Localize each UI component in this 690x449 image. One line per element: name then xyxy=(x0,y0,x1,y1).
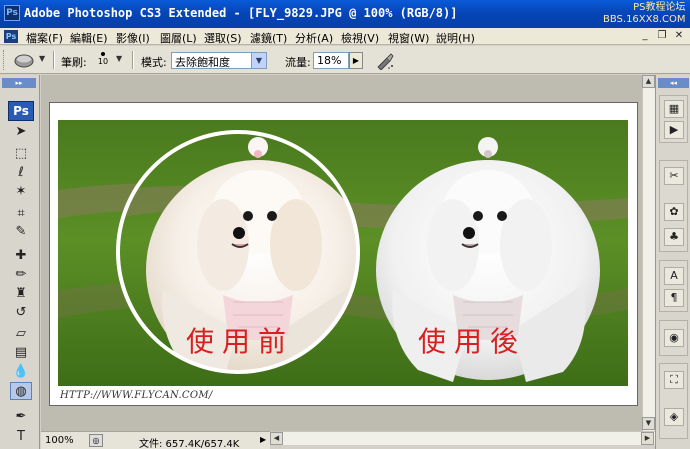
options-bar: ▼ 筆刷: 10 ▼ 模式: 去除飽和度 ▼ 流量: 18% ▶ xyxy=(0,46,690,74)
menu-select[interactable]: 選取(S) xyxy=(204,30,242,46)
move-tool-icon[interactable]: ➤ xyxy=(10,123,32,141)
photoshop-app-icon[interactable]: Ps xyxy=(4,5,20,21)
character-icon[interactable]: A xyxy=(664,267,684,285)
sponge-tool-icon[interactable]: ◍ xyxy=(10,382,32,400)
menu-filter[interactable]: 濾鏡(T) xyxy=(250,30,287,46)
brush-label: 筆刷: xyxy=(61,56,87,69)
flow-slider-arrow-icon[interactable]: ▶ xyxy=(349,52,363,69)
toolbox-header[interactable]: ▸▸ xyxy=(2,78,36,88)
menu-edit[interactable]: 編輯(E) xyxy=(70,30,108,46)
menu-view[interactable]: 檢視(V) xyxy=(341,30,379,46)
zoom-level[interactable]: 100% xyxy=(45,435,74,446)
mode-select[interactable]: 去除飽和度 ▼ xyxy=(171,52,267,69)
pen-tool-icon[interactable]: ✒ xyxy=(10,408,32,426)
window-title: Adobe Photoshop CS3 Extended - [FLY_9829… xyxy=(24,6,458,20)
vertical-scrollbar[interactable]: ▲ ▼ xyxy=(642,75,655,431)
type-tool-icon[interactable]: T xyxy=(10,428,32,446)
horizontal-scrollbar[interactable]: ◀ ▶ xyxy=(270,431,655,445)
title-bar: Ps Adobe Photoshop CS3 Extended - [FLY_9… xyxy=(0,0,690,28)
options-grip[interactable] xyxy=(3,50,6,70)
dog-comparison-image xyxy=(58,120,628,386)
canvas-area[interactable]: 使用前 使用後 HTTP://WWW.FLYCAN.COM/ xyxy=(41,75,655,431)
watermark-line-2: BBS.16XX8.COM xyxy=(603,14,686,25)
crop-tool-icon[interactable]: ⌗ xyxy=(10,205,32,223)
scroll-down-icon[interactable]: ▼ xyxy=(642,417,655,430)
document-size: 文件: 657.4K/657.4K xyxy=(139,439,240,449)
layers-icon[interactable]: ◈ xyxy=(664,408,684,426)
gradient-tool-icon[interactable]: ▤ xyxy=(10,344,32,362)
scroll-up-icon[interactable]: ▲ xyxy=(642,75,655,88)
eyedropper-tool-icon[interactable]: ✎ xyxy=(10,223,32,241)
status-info-icon[interactable]: ◎ xyxy=(89,434,103,447)
flow-value: 18% xyxy=(317,54,342,67)
caption-after: 使用後 xyxy=(418,325,527,358)
status-menu-arrow-icon[interactable]: ▶ xyxy=(260,435,266,444)
watermark: PS教程论坛 BBS.16XX8.COM xyxy=(603,2,686,26)
menu-analysis[interactable]: 分析(A) xyxy=(295,30,333,46)
close-icon[interactable]: ✕ xyxy=(672,29,686,43)
watermark-line-1: PS教程论坛 xyxy=(633,2,686,13)
brush-tool-icon[interactable]: ✏ xyxy=(10,266,32,284)
tool-presets-icon[interactable]: ✂ xyxy=(664,167,684,185)
chevron-down-icon[interactable]: ▼ xyxy=(251,53,266,68)
menu-window[interactable]: 視窗(W) xyxy=(388,30,429,46)
brush-tip-icon xyxy=(101,52,105,56)
menu-layer[interactable]: 圖層(L) xyxy=(160,30,197,46)
menu-file[interactable]: 檔案(F) xyxy=(26,30,63,46)
brush-caret-icon[interactable]: ▼ xyxy=(116,54,122,63)
marquee-tool-icon[interactable]: ⬚ xyxy=(10,145,32,163)
eraser-tool-icon[interactable]: ▱ xyxy=(10,325,32,343)
flow-input[interactable]: 18% xyxy=(313,52,349,69)
document-icon[interactable]: Ps xyxy=(4,30,18,43)
options-separator xyxy=(53,51,55,69)
sponge-tool-icon[interactable] xyxy=(13,52,35,68)
magic-wand-tool-icon[interactable]: ✶ xyxy=(10,183,32,201)
menu-image[interactable]: 影像(I) xyxy=(116,30,150,46)
mode-label: 模式: xyxy=(141,56,167,69)
paragraph-icon[interactable]: ¶ xyxy=(664,289,684,307)
menu-bar: Ps 檔案(F) 編輯(E) 影像(I) 圖層(L) 選取(S) 濾鏡(T) 分… xyxy=(0,28,690,45)
minimize-icon[interactable]: _ xyxy=(638,29,652,43)
document-canvas[interactable]: 使用前 使用後 HTTP://WWW.FLYCAN.COM/ xyxy=(49,102,638,406)
dock-header[interactable]: ◂◂ xyxy=(658,78,689,88)
menu-help[interactable]: 說明(H) xyxy=(436,30,475,46)
clone-source-icon[interactable]: ♣ xyxy=(664,228,684,246)
mode-value: 去除飽和度 xyxy=(175,56,230,69)
toolbox: ▸▸ Ps ➤ ⬚ ℓ ✶ ⌗ ✎ ✚ ✏ ♜ ↺ ▱ ▤ 💧 ◍ ✒ T xyxy=(0,75,40,449)
panel-dock: ◂◂ ▦ ▶ ✂ ✿ ♣ A ¶ ◉ ⛶ ◈ xyxy=(655,75,690,449)
flow-label: 流量: xyxy=(285,56,311,69)
caption-before: 使用前 xyxy=(186,325,295,358)
blur-tool-icon[interactable]: 💧 xyxy=(10,363,32,381)
healing-brush-tool-icon[interactable]: ✚ xyxy=(10,247,32,265)
actions-icon[interactable]: ▶ xyxy=(664,121,684,139)
ps-logo[interactable]: Ps xyxy=(8,101,34,121)
scroll-right-icon[interactable]: ▶ xyxy=(641,432,654,445)
brush-size: 10 xyxy=(97,57,109,66)
credit-url: HTTP://WWW.FLYCAN.COM/ xyxy=(60,390,213,401)
history-brush-tool-icon[interactable]: ↺ xyxy=(10,304,32,322)
lasso-tool-icon[interactable]: ℓ xyxy=(10,164,32,182)
options-separator xyxy=(132,51,134,69)
brush-picker[interactable]: 10 xyxy=(95,50,111,72)
tool-preset-caret-icon[interactable]: ▼ xyxy=(39,54,45,63)
status-bar: 100% ◎ 文件: 657.4K/657.4K ▶ xyxy=(41,431,270,449)
photo[interactable]: 使用前 使用後 xyxy=(58,120,628,386)
scroll-left-icon[interactable]: ◀ xyxy=(270,432,283,445)
history-icon[interactable]: ▦ xyxy=(664,100,684,118)
navigator-icon[interactable]: ⛶ xyxy=(664,371,684,389)
restore-icon[interactable]: ❐ xyxy=(655,29,669,43)
airbrush-icon[interactable] xyxy=(375,52,395,70)
clone-stamp-tool-icon[interactable]: ♜ xyxy=(10,285,32,303)
color-icon[interactable]: ◉ xyxy=(664,329,684,347)
brushes-icon[interactable]: ✿ xyxy=(664,203,684,221)
